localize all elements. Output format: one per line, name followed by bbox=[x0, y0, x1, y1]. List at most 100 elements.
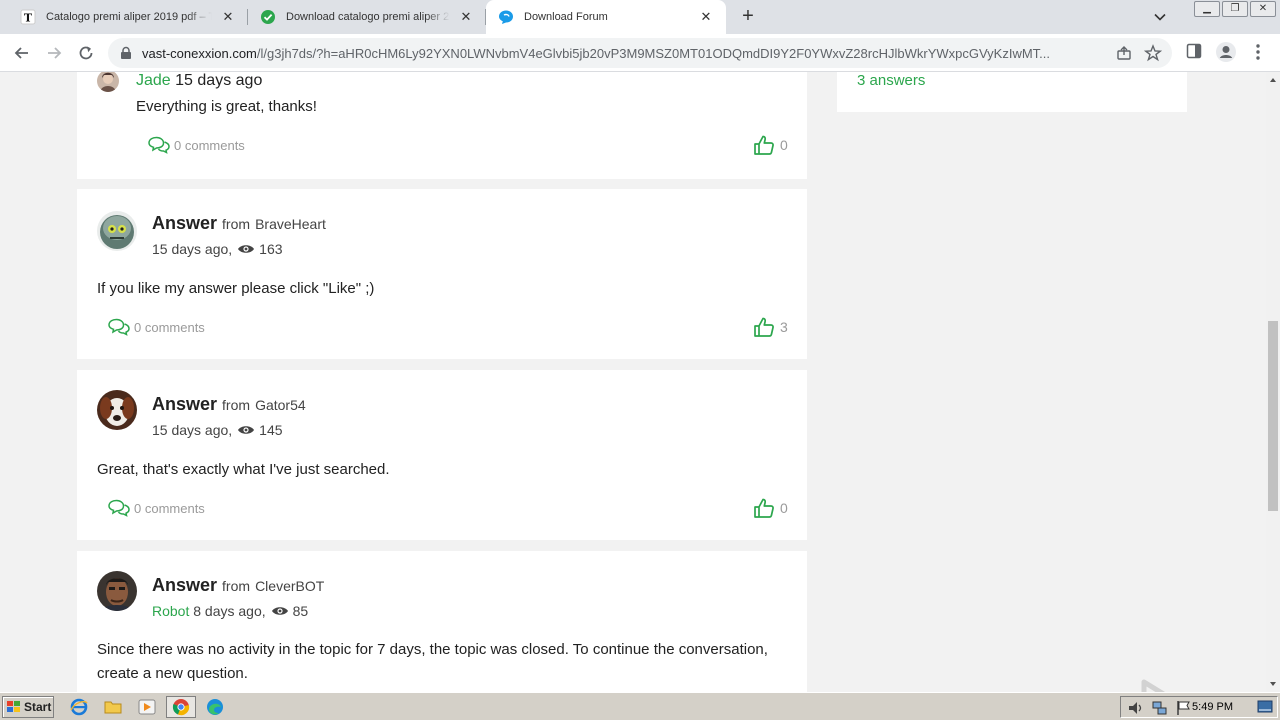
chrome-taskbar-button[interactable] bbox=[166, 696, 196, 718]
tab-title: Download Forum bbox=[524, 11, 608, 23]
comments-link[interactable]: 0 comments bbox=[107, 499, 205, 517]
play-logo-icon bbox=[1141, 679, 1166, 692]
answer-card: Answer from CleverBOT Robot 8 days ago, … bbox=[77, 551, 807, 692]
tab-search-chevron-icon[interactable] bbox=[1150, 7, 1170, 27]
anyrun-watermark: ANY RUN bbox=[1038, 678, 1266, 692]
page-content: Jade 15 days ago Everything is great, th… bbox=[0, 72, 1266, 692]
lock-icon[interactable] bbox=[120, 46, 132, 65]
forward-button[interactable] bbox=[42, 41, 66, 65]
t-letter-icon: T bbox=[20, 9, 36, 25]
tab-download-catalogo[interactable]: Download catalogo premi aliper 2019 ✕ bbox=[248, 0, 486, 34]
eye-icon bbox=[238, 426, 255, 434]
answer-heading: Answer from BraveHeart bbox=[152, 213, 326, 233]
media-player-icon[interactable] bbox=[138, 698, 156, 716]
close-icon[interactable]: ✕ bbox=[698, 9, 714, 25]
window-controls: ▁ ❐ ✕ bbox=[1192, 1, 1276, 17]
network-icon[interactable] bbox=[1151, 699, 1169, 720]
tab-title: Catalogo premi aliper 2019 pdf – Tele bbox=[46, 11, 212, 23]
url-text[interactable]: vast-conexxion.com/l/g3jh7ds/?h=aHR0cHM6… bbox=[142, 46, 1112, 61]
like-button[interactable]: 0 bbox=[753, 134, 788, 156]
windows-logo-icon bbox=[7, 701, 20, 712]
windows-taskbar: Start 5:49 PM bbox=[0, 692, 1280, 720]
comments-icon bbox=[108, 318, 130, 336]
browser-toolbar: vast-conexxion.com/l/g3jh7ds/?h=aHR0cHM6… bbox=[0, 34, 1280, 72]
clock[interactable]: 5:49 PM bbox=[1192, 701, 1233, 713]
edge-icon[interactable] bbox=[206, 698, 224, 716]
answer-card: Answer from Gator54 15 days ago, 145 Gre… bbox=[77, 370, 807, 540]
comments-link[interactable]: 0 comments bbox=[147, 136, 245, 154]
reload-button[interactable] bbox=[74, 41, 98, 65]
tab-telegraph[interactable]: T Catalogo premi aliper 2019 pdf – Tele … bbox=[8, 0, 248, 34]
comments-icon bbox=[108, 499, 130, 517]
answer-heading: Answer from Gator54 bbox=[152, 394, 306, 414]
arrow-left-icon bbox=[14, 47, 28, 59]
internet-explorer-icon[interactable] bbox=[70, 698, 88, 716]
folder-icon[interactable] bbox=[104, 698, 122, 716]
arrow-right-icon bbox=[48, 47, 62, 59]
answer-author-link[interactable]: BraveHeart bbox=[255, 216, 326, 232]
start-button[interactable]: Start bbox=[2, 696, 54, 718]
role-badge: Robot bbox=[152, 603, 190, 619]
comment-time: 15 days ago bbox=[175, 72, 263, 89]
share-icon[interactable] bbox=[1116, 45, 1132, 66]
browser-tab-bar: T Catalogo premi aliper 2019 pdf – Tele … bbox=[0, 0, 1280, 34]
reload-icon bbox=[79, 46, 93, 60]
volume-icon[interactable] bbox=[1127, 699, 1145, 720]
comment-author-link[interactable]: Jade bbox=[136, 72, 171, 90]
scrollbar-thumb[interactable] bbox=[1268, 321, 1278, 511]
flag-icon[interactable] bbox=[1175, 699, 1193, 720]
avatar[interactable] bbox=[97, 571, 137, 611]
comments-link[interactable]: 0 comments bbox=[107, 318, 205, 336]
eye-icon bbox=[238, 245, 255, 253]
answer-author-link[interactable]: Gator54 bbox=[255, 397, 306, 413]
side-panel-icon[interactable] bbox=[1186, 43, 1202, 64]
comment-text: Everything is great, thanks! bbox=[136, 98, 317, 115]
avatar[interactable] bbox=[97, 390, 137, 430]
comment-meta: Jade 15 days ago bbox=[136, 72, 262, 90]
tab-title: Download catalogo premi aliper 2019 bbox=[286, 11, 450, 23]
answer-heading: Answer from CleverBOT bbox=[152, 575, 325, 595]
answer-text: If you like my answer please click "Like… bbox=[97, 280, 375, 297]
answer-text: Great, that's exactly what I've just sea… bbox=[97, 461, 390, 478]
avatar[interactable] bbox=[97, 72, 119, 92]
kebab-menu-icon[interactable] bbox=[1252, 43, 1264, 66]
new-tab-button[interactable]: + bbox=[736, 5, 760, 29]
avatar[interactable] bbox=[97, 211, 137, 251]
view-count: 145 bbox=[259, 422, 283, 438]
answer-text: Since there was no activity in the topic… bbox=[97, 641, 768, 682]
svg-text:T: T bbox=[24, 12, 33, 25]
minimize-button[interactable]: ▁ bbox=[1194, 1, 1220, 17]
comments-icon bbox=[148, 136, 170, 154]
like-button[interactable]: 3 bbox=[753, 316, 788, 338]
close-icon[interactable]: ✕ bbox=[458, 9, 474, 25]
address-bar[interactable]: vast-conexxion.com/l/g3jh7ds/?h=aHR0cHM6… bbox=[108, 38, 1172, 68]
view-count: 85 bbox=[292, 603, 309, 619]
close-icon[interactable]: ✕ bbox=[220, 9, 236, 25]
answers-count-link[interactable]: 3 answers bbox=[857, 72, 925, 89]
like-button[interactable]: 0 bbox=[753, 497, 788, 519]
answer-card: Answer from BraveHeart 15 days ago, 163 … bbox=[77, 189, 807, 359]
show-desktop-icon[interactable] bbox=[1257, 700, 1273, 719]
page-scrollbar[interactable] bbox=[1266, 72, 1280, 692]
close-window-button[interactable]: ✕ bbox=[1250, 1, 1276, 17]
answer-author-link[interactable]: CleverBOT bbox=[255, 578, 324, 594]
thumbs-up-icon bbox=[754, 317, 774, 337]
sidebar-box: 3 answers bbox=[837, 72, 1187, 112]
answer-meta: 15 days ago, 163 bbox=[152, 241, 283, 257]
bookmark-star-icon[interactable] bbox=[1143, 44, 1163, 67]
thumbs-up-icon bbox=[754, 498, 774, 518]
back-button[interactable] bbox=[10, 41, 34, 65]
restore-button[interactable]: ❐ bbox=[1222, 1, 1248, 17]
comment-card: Jade 15 days ago Everything is great, th… bbox=[77, 72, 807, 179]
tab-download-forum[interactable]: Download Forum ✕ bbox=[486, 0, 726, 34]
eye-icon bbox=[271, 607, 288, 615]
scroll-up-arrow-icon[interactable] bbox=[1266, 74, 1280, 86]
profile-avatar-icon[interactable] bbox=[1215, 41, 1237, 68]
system-tray: 5:49 PM bbox=[1120, 696, 1278, 718]
answer-meta: Robot 8 days ago, 85 bbox=[152, 603, 309, 619]
green-check-icon bbox=[260, 9, 276, 25]
thumbs-up-icon bbox=[754, 135, 774, 155]
scroll-down-arrow-icon[interactable] bbox=[1266, 678, 1280, 690]
answer-meta: 15 days ago, 145 bbox=[152, 422, 283, 438]
view-count: 163 bbox=[259, 241, 283, 257]
